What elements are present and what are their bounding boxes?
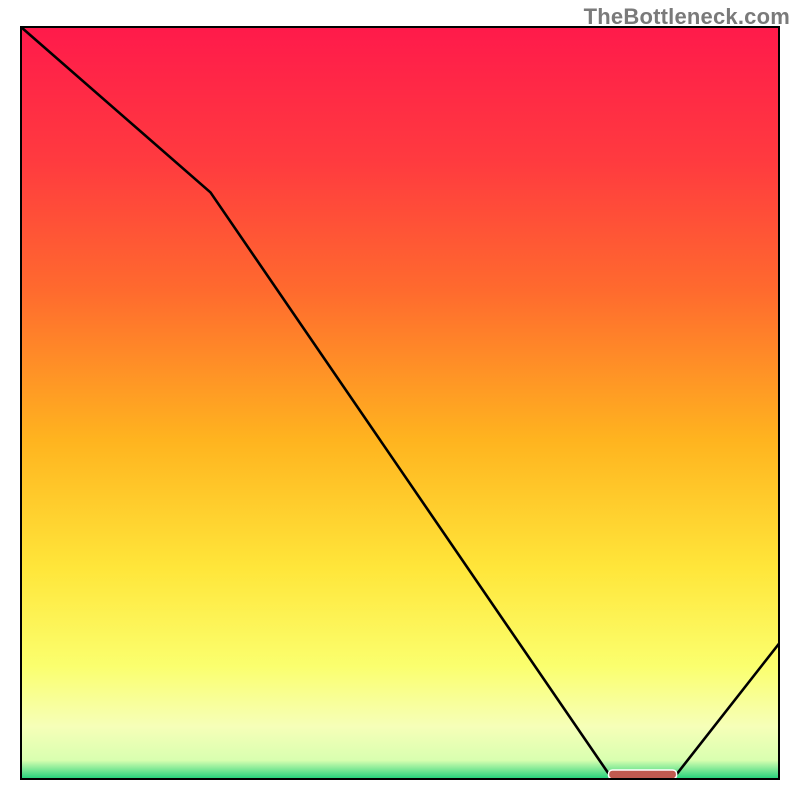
optimal-range-marker [608, 770, 676, 779]
watermark-text: TheBottleneck.com [584, 4, 790, 30]
chart-stage: TheBottleneck.com [0, 0, 800, 800]
chart-svg [0, 0, 800, 800]
plot-background [21, 27, 779, 779]
